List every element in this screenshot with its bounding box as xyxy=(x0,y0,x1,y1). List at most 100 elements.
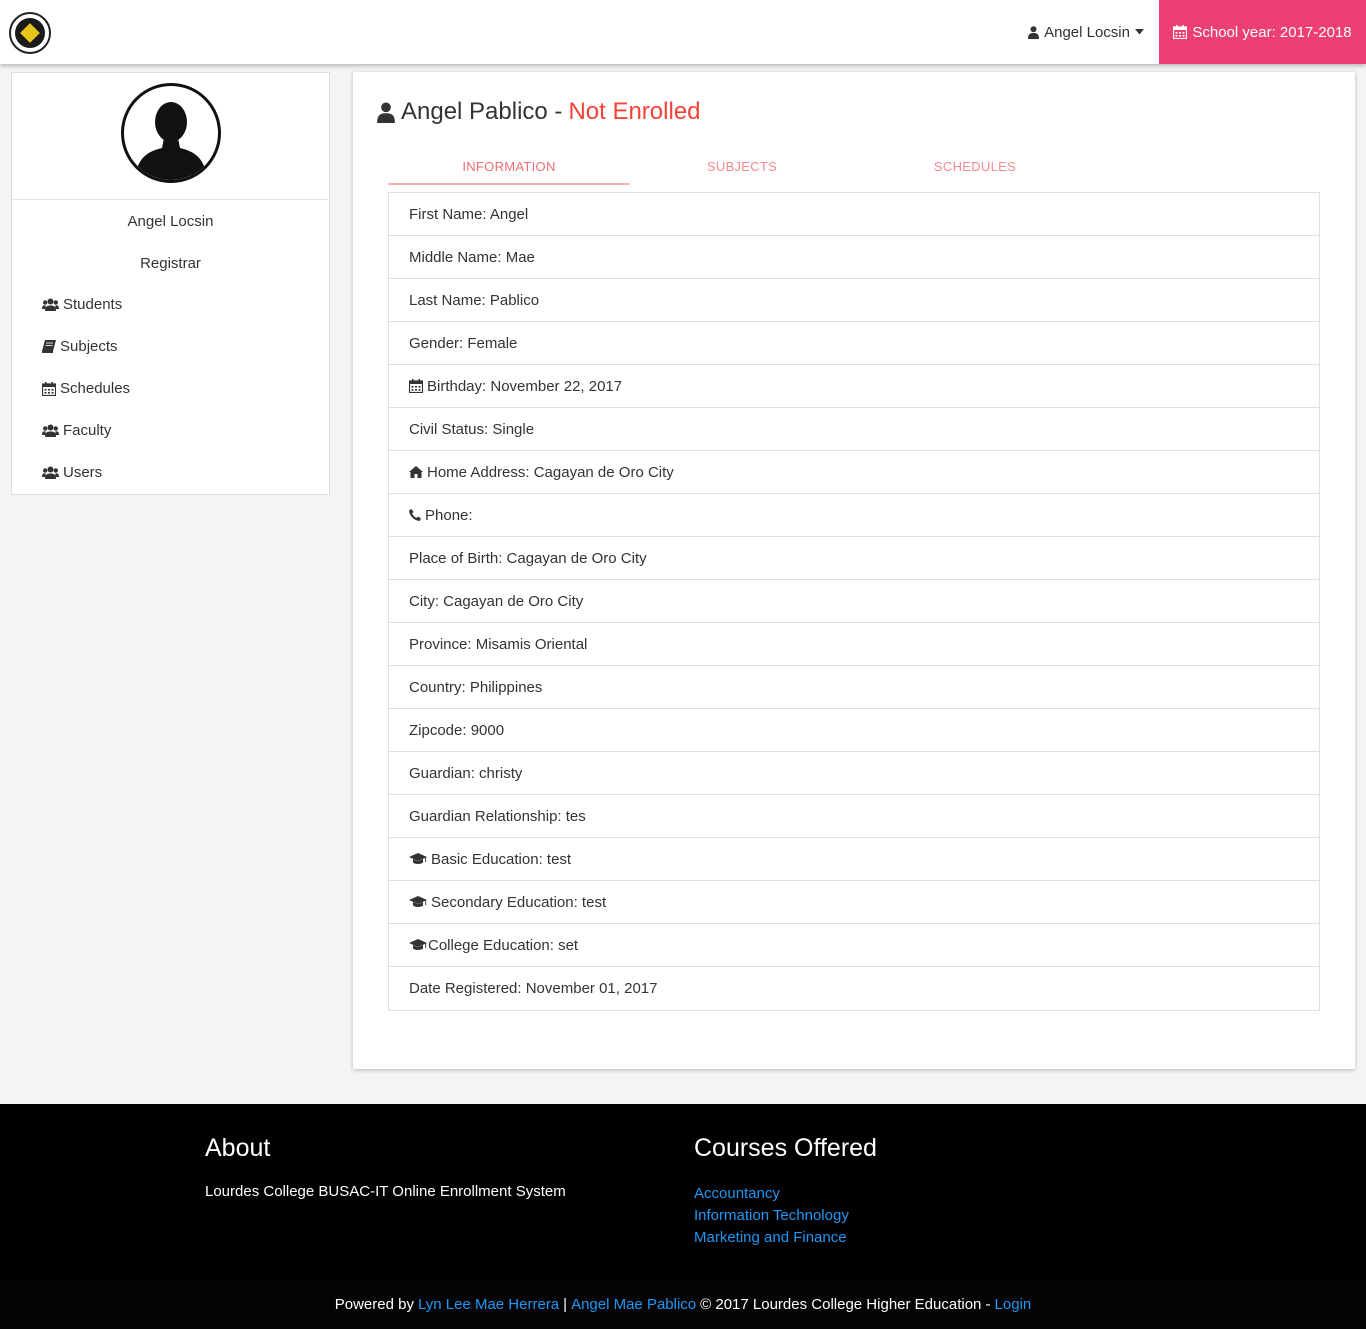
tab-schedules[interactable]: SCHEDULES xyxy=(854,146,1096,186)
info-middle-name: Middle Name: Mae xyxy=(409,248,535,266)
sidebar-item-label: Users xyxy=(63,464,103,481)
users-icon xyxy=(42,466,59,479)
tab-information[interactable]: INFORMATION xyxy=(388,146,630,186)
student-name: Angel Pablico - xyxy=(401,98,563,125)
footer-about-text: Lourdes College BUSAC-IT Online Enrollme… xyxy=(205,1183,566,1200)
info-college-education: College Education: set xyxy=(428,936,579,954)
credits-separator: | xyxy=(563,1295,568,1313)
list-item: Civil Status: Single xyxy=(389,408,1319,451)
info-guardian: Guardian: christy xyxy=(409,764,523,782)
tab-indicator xyxy=(388,183,630,185)
info-guardian-relationship: Guardian Relationship: tes xyxy=(409,807,586,825)
users-icon xyxy=(42,298,59,311)
footer-about: About Lourdes College BUSAC-IT Online En… xyxy=(205,1134,566,1200)
course-link-accountancy[interactable]: Accountancy xyxy=(694,1183,877,1205)
avatar xyxy=(121,83,221,183)
info-secondary-education: Secondary Education: test xyxy=(431,893,607,911)
info-phone: Phone: xyxy=(425,506,473,524)
list-item: Phone: xyxy=(389,494,1319,537)
profile-tabs: INFORMATION SUBJECTS SCHEDULES xyxy=(388,146,1320,186)
calendar-icon xyxy=(1173,25,1188,39)
sidebar-item-schedules[interactable]: Schedules xyxy=(42,380,130,397)
info-last-name: Last Name: Pablico xyxy=(409,291,540,309)
list-item: Guardian Relationship: tes xyxy=(389,795,1319,838)
list-item: Province: Misamis Oriental xyxy=(389,623,1319,666)
list-item: Place of Birth: Cagayan de Oro City xyxy=(389,537,1319,580)
student-info-list: First Name: Angel Middle Name: Mae Last … xyxy=(388,192,1320,1011)
footer-about-title: About xyxy=(205,1134,271,1162)
sidebar-user-role: Registrar xyxy=(140,255,201,272)
user-icon xyxy=(1028,25,1040,39)
home-icon xyxy=(409,466,423,478)
graduation-cap-icon xyxy=(409,853,427,865)
enrollment-status: Not Enrolled xyxy=(568,98,701,125)
graduation-cap-icon xyxy=(409,939,427,951)
user-icon xyxy=(377,101,395,123)
sidebar-item-students[interactable]: Students xyxy=(42,296,122,313)
course-link-information-technology[interactable]: Information Technology xyxy=(694,1205,877,1227)
user-menu-dropdown[interactable]: Angel Locsin xyxy=(1028,0,1144,64)
users-icon xyxy=(42,424,59,437)
list-item: Basic Education: test xyxy=(389,838,1319,881)
page-title: Angel Pablico - Not Enrolled xyxy=(377,98,701,126)
list-item: Secondary Education: test xyxy=(389,881,1319,924)
school-year-button[interactable]: School year: 2017-2018 xyxy=(1159,0,1366,64)
list-item: Country: Philippines xyxy=(389,666,1319,709)
author-link-pablico[interactable]: Angel Mae Pablico xyxy=(571,1296,696,1313)
info-birthday: Birthday: November 22, 2017 xyxy=(427,377,623,395)
info-civil-status: Civil Status: Single xyxy=(409,420,535,438)
info-country: Country: Philippines xyxy=(409,678,543,696)
school-year-label: School year: 2017-2018 xyxy=(1192,23,1352,41)
list-item: Last Name: Pablico xyxy=(389,279,1319,322)
sidebar: Angel Locsin Registrar Students Subjects… xyxy=(11,72,330,495)
footer-courses: Courses Offered Accountancy Information … xyxy=(694,1134,877,1249)
list-item: Middle Name: Mae xyxy=(389,236,1319,279)
graduation-cap-icon xyxy=(409,896,427,908)
list-item: City: Cagayan de Oro City xyxy=(389,580,1319,623)
avatar-section xyxy=(12,73,329,200)
list-item: Guardian: christy xyxy=(389,752,1319,795)
user-name: Angel Locsin xyxy=(1044,23,1130,41)
calendar-icon xyxy=(409,379,423,393)
info-place-of-birth: Place of Birth: Cagayan de Oro City xyxy=(409,549,647,567)
info-province: Province: Misamis Oriental xyxy=(409,635,588,653)
info-first-name: First Name: Angel xyxy=(409,205,529,223)
list-item: Date Registered: November 01, 2017 xyxy=(389,967,1319,1010)
sidebar-item-subjects[interactable]: Subjects xyxy=(42,338,118,355)
list-item: First Name: Angel xyxy=(389,193,1319,236)
sidebar-item-label: Faculty xyxy=(63,422,112,439)
top-navbar: Angel Locsin School year: 2017-2018 xyxy=(0,0,1366,64)
sidebar-item-faculty[interactable]: Faculty xyxy=(42,422,111,439)
book-icon xyxy=(42,340,56,353)
login-link[interactable]: Login xyxy=(995,1296,1032,1313)
info-city: City: Cagayan de Oro City xyxy=(409,592,584,610)
list-item: Birthday: November 22, 2017 xyxy=(389,365,1319,408)
info-date-registered: Date Registered: November 01, 2017 xyxy=(409,980,658,997)
copyright-text: © 2017 Lourdes College Higher Education … xyxy=(700,1295,991,1313)
info-basic-education: Basic Education: test xyxy=(431,850,572,868)
list-item: Zipcode: 9000 xyxy=(389,709,1319,752)
author-link-herrera[interactable]: Lyn Lee Mae Herrera xyxy=(418,1296,559,1313)
sidebar-item-users[interactable]: Users xyxy=(42,464,102,481)
tab-subjects[interactable]: SUBJECTS xyxy=(621,146,863,186)
calendar-icon xyxy=(42,381,56,396)
info-gender: Gender: Female xyxy=(409,334,518,352)
footer-credits: Powered by Lyn Lee Mae Herrera | Angel M… xyxy=(0,1279,1366,1329)
sidebar-item-label: Students xyxy=(63,296,123,313)
sidebar-item-label: Subjects xyxy=(60,338,118,355)
sidebar-user-name: Angel Locsin xyxy=(127,213,214,230)
footer-courses-title: Courses Offered xyxy=(694,1134,877,1162)
caret-down-icon xyxy=(1135,29,1144,35)
student-profile-card: Angel Pablico - Not Enrolled INFORMATION… xyxy=(353,72,1355,1069)
info-home-address: Home Address: Cagayan de Oro City xyxy=(427,463,674,481)
list-item: Gender: Female xyxy=(389,322,1319,365)
school-seal-icon[interactable] xyxy=(9,12,51,54)
course-link-marketing-finance[interactable]: Marketing and Finance xyxy=(694,1227,877,1249)
list-item: College Education: set xyxy=(389,924,1319,967)
sidebar-item-label: Schedules xyxy=(60,380,131,397)
page-footer: About Lourdes College BUSAC-IT Online En… xyxy=(0,1104,1366,1329)
list-item: Home Address: Cagayan de Oro City xyxy=(389,451,1319,494)
info-zipcode: Zipcode: 9000 xyxy=(409,721,505,739)
phone-icon xyxy=(409,509,421,521)
powered-by-text: Powered by xyxy=(334,1295,414,1313)
